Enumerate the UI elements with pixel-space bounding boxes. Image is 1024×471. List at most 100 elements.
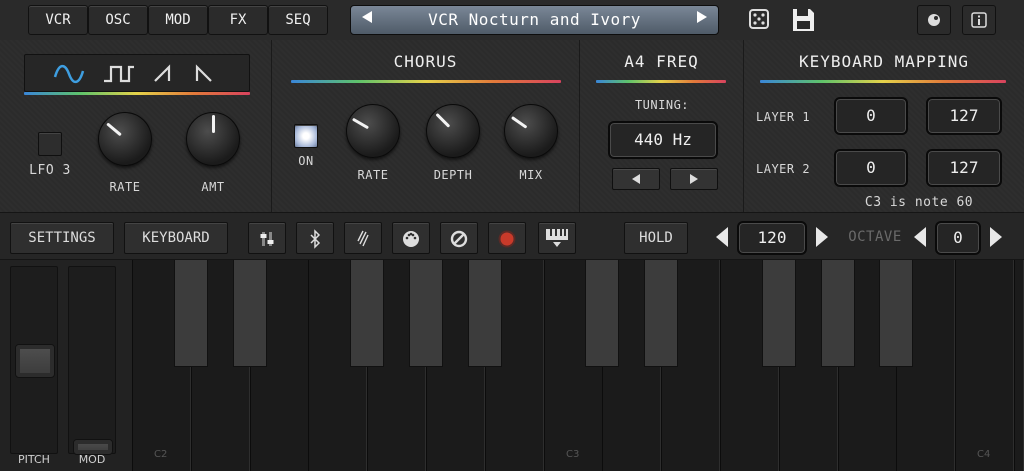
info-icon xyxy=(971,12,987,28)
saw-down-icon[interactable] xyxy=(187,61,223,87)
chorus-mix-label: MIX xyxy=(519,168,543,182)
knob-indicator xyxy=(351,117,369,130)
freq-rainbow-divider xyxy=(596,80,726,83)
disable-button[interactable] xyxy=(440,222,478,254)
black-key[interactable] xyxy=(350,260,384,367)
preset-next-button[interactable] xyxy=(688,6,716,36)
midi-button[interactable] xyxy=(392,222,430,254)
pitch-wheel[interactable] xyxy=(10,266,58,454)
preset-selector: VCR Nocturn and Ivory xyxy=(350,5,719,35)
lfo-amt-knob[interactable] xyxy=(186,112,240,166)
tab-mod[interactable]: MOD xyxy=(148,5,208,35)
tab-osc[interactable]: OSC xyxy=(88,5,148,35)
record-button[interactable] xyxy=(917,5,951,35)
save-button[interactable] xyxy=(788,6,818,34)
chorus-on-label: ON xyxy=(298,154,314,168)
tempo-field[interactable]: 120 xyxy=(737,221,807,255)
tuning-up-button[interactable] xyxy=(670,168,718,190)
chorus-rate-knob[interactable] xyxy=(346,104,400,158)
info-button[interactable] xyxy=(962,5,996,35)
black-key[interactable] xyxy=(821,260,855,367)
keyboard-down-icon xyxy=(546,229,568,247)
record-midi-button[interactable] xyxy=(488,222,526,254)
square-wave-icon[interactable] xyxy=(101,61,137,87)
layer2-label: LAYER 2 xyxy=(756,162,811,176)
black-key[interactable] xyxy=(233,260,267,367)
midi-icon xyxy=(403,231,419,247)
chorus-title: CHORUS xyxy=(393,52,458,71)
triangle-left-icon xyxy=(632,174,640,184)
saw-up-icon[interactable] xyxy=(147,61,183,87)
keyboard-mapping-panel: KEYBOARD MAPPING LAYER 1 0 127 LAYER 2 0… xyxy=(744,40,1024,212)
octave-label: OCTAVE xyxy=(848,229,902,245)
knob-indicator xyxy=(434,112,450,128)
lfo3-toggle[interactable] xyxy=(38,132,62,156)
black-key[interactable] xyxy=(409,260,443,367)
lfo-rate-knob[interactable] xyxy=(98,112,152,166)
mapping-rainbow-divider xyxy=(760,80,1006,83)
black-key[interactable] xyxy=(762,260,796,367)
sliders-button[interactable] xyxy=(248,222,286,254)
sliders-icon xyxy=(260,232,274,246)
chorus-depth-knob[interactable] xyxy=(426,104,480,158)
sine-wave-icon[interactable] xyxy=(51,61,87,87)
black-key[interactable] xyxy=(644,260,678,367)
tempo-up-button[interactable] xyxy=(816,227,828,247)
pitch-wheel-thumb[interactable] xyxy=(15,344,55,378)
tempo-down-button[interactable] xyxy=(716,227,728,247)
randomize-button[interactable] xyxy=(744,6,774,34)
black-key[interactable] xyxy=(585,260,619,367)
bluetooth-button[interactable] xyxy=(296,222,334,254)
tab-seq[interactable]: SEQ xyxy=(268,5,328,35)
keyboard-button[interactable]: KEYBOARD xyxy=(124,222,228,254)
hold-button[interactable]: HOLD xyxy=(624,222,688,254)
tab-vcr[interactable]: VCR xyxy=(28,5,88,35)
floppy-save-icon xyxy=(793,9,814,31)
settings-button[interactable]: SETTINGS xyxy=(10,222,114,254)
black-key[interactable] xyxy=(879,260,913,367)
keyboard-menu-button[interactable] xyxy=(538,222,576,254)
layer1-low-field[interactable]: 0 xyxy=(834,97,908,135)
keyboard-toolbar: SETTINGS KEYBOARD HOLD 120 OCTAVE 0 xyxy=(0,212,1024,260)
knob-indicator xyxy=(211,115,215,133)
tuning-label: TUNING: xyxy=(634,98,690,112)
chorus-rate-label: RATE xyxy=(357,168,389,182)
record-icon xyxy=(498,230,516,248)
white-key[interactable] xyxy=(1014,260,1024,471)
triangle-left-icon xyxy=(362,11,372,23)
chorus-panel: CHORUS ON RATE DEPTH MIX xyxy=(272,40,580,212)
black-key[interactable] xyxy=(174,260,208,367)
mod-wheel[interactable] xyxy=(68,266,116,455)
pitch-label: PITCH xyxy=(18,453,50,466)
octave-down-button[interactable] xyxy=(914,227,926,247)
waveform-selector xyxy=(24,54,250,92)
mapping-note-text: C3 is note 60 xyxy=(864,195,974,210)
knob-indicator xyxy=(105,122,122,137)
preset-prev-button[interactable] xyxy=(353,6,381,36)
link-button[interactable] xyxy=(344,222,382,254)
tuning-down-button[interactable] xyxy=(612,168,660,190)
tab-fx[interactable]: FX xyxy=(208,5,268,35)
chorus-depth-label: DEPTH xyxy=(433,168,473,182)
lfo-rate-label: RATE xyxy=(109,180,141,194)
chorus-mix-knob[interactable] xyxy=(504,104,558,158)
record-dot-icon xyxy=(928,14,940,26)
octave-field[interactable]: 0 xyxy=(935,221,981,255)
tuning-value[interactable]: 440 Hz xyxy=(608,121,718,159)
chorus-on-toggle[interactable] xyxy=(294,124,318,148)
triangle-right-icon xyxy=(697,11,707,23)
note-label-c3: C3 xyxy=(566,449,580,460)
layer2-low-field[interactable]: 0 xyxy=(834,149,908,187)
a4-freq-title: A4 FREQ xyxy=(624,52,699,71)
white-key[interactable] xyxy=(955,260,1014,471)
preset-name[interactable]: VCR Nocturn and Ivory xyxy=(381,6,688,34)
lfo-amt-label: AMT xyxy=(201,180,225,194)
layer2-high-field[interactable]: 127 xyxy=(926,149,1002,187)
ban-icon xyxy=(450,230,468,248)
black-key[interactable] xyxy=(468,260,502,367)
triangle-right-icon xyxy=(690,174,698,184)
layer1-high-field[interactable]: 127 xyxy=(926,97,1002,135)
note-label-c2: C2 xyxy=(154,449,168,460)
octave-up-button[interactable] xyxy=(990,227,1002,247)
a4-freq-panel: A4 FREQ TUNING: 440 Hz xyxy=(580,40,744,212)
